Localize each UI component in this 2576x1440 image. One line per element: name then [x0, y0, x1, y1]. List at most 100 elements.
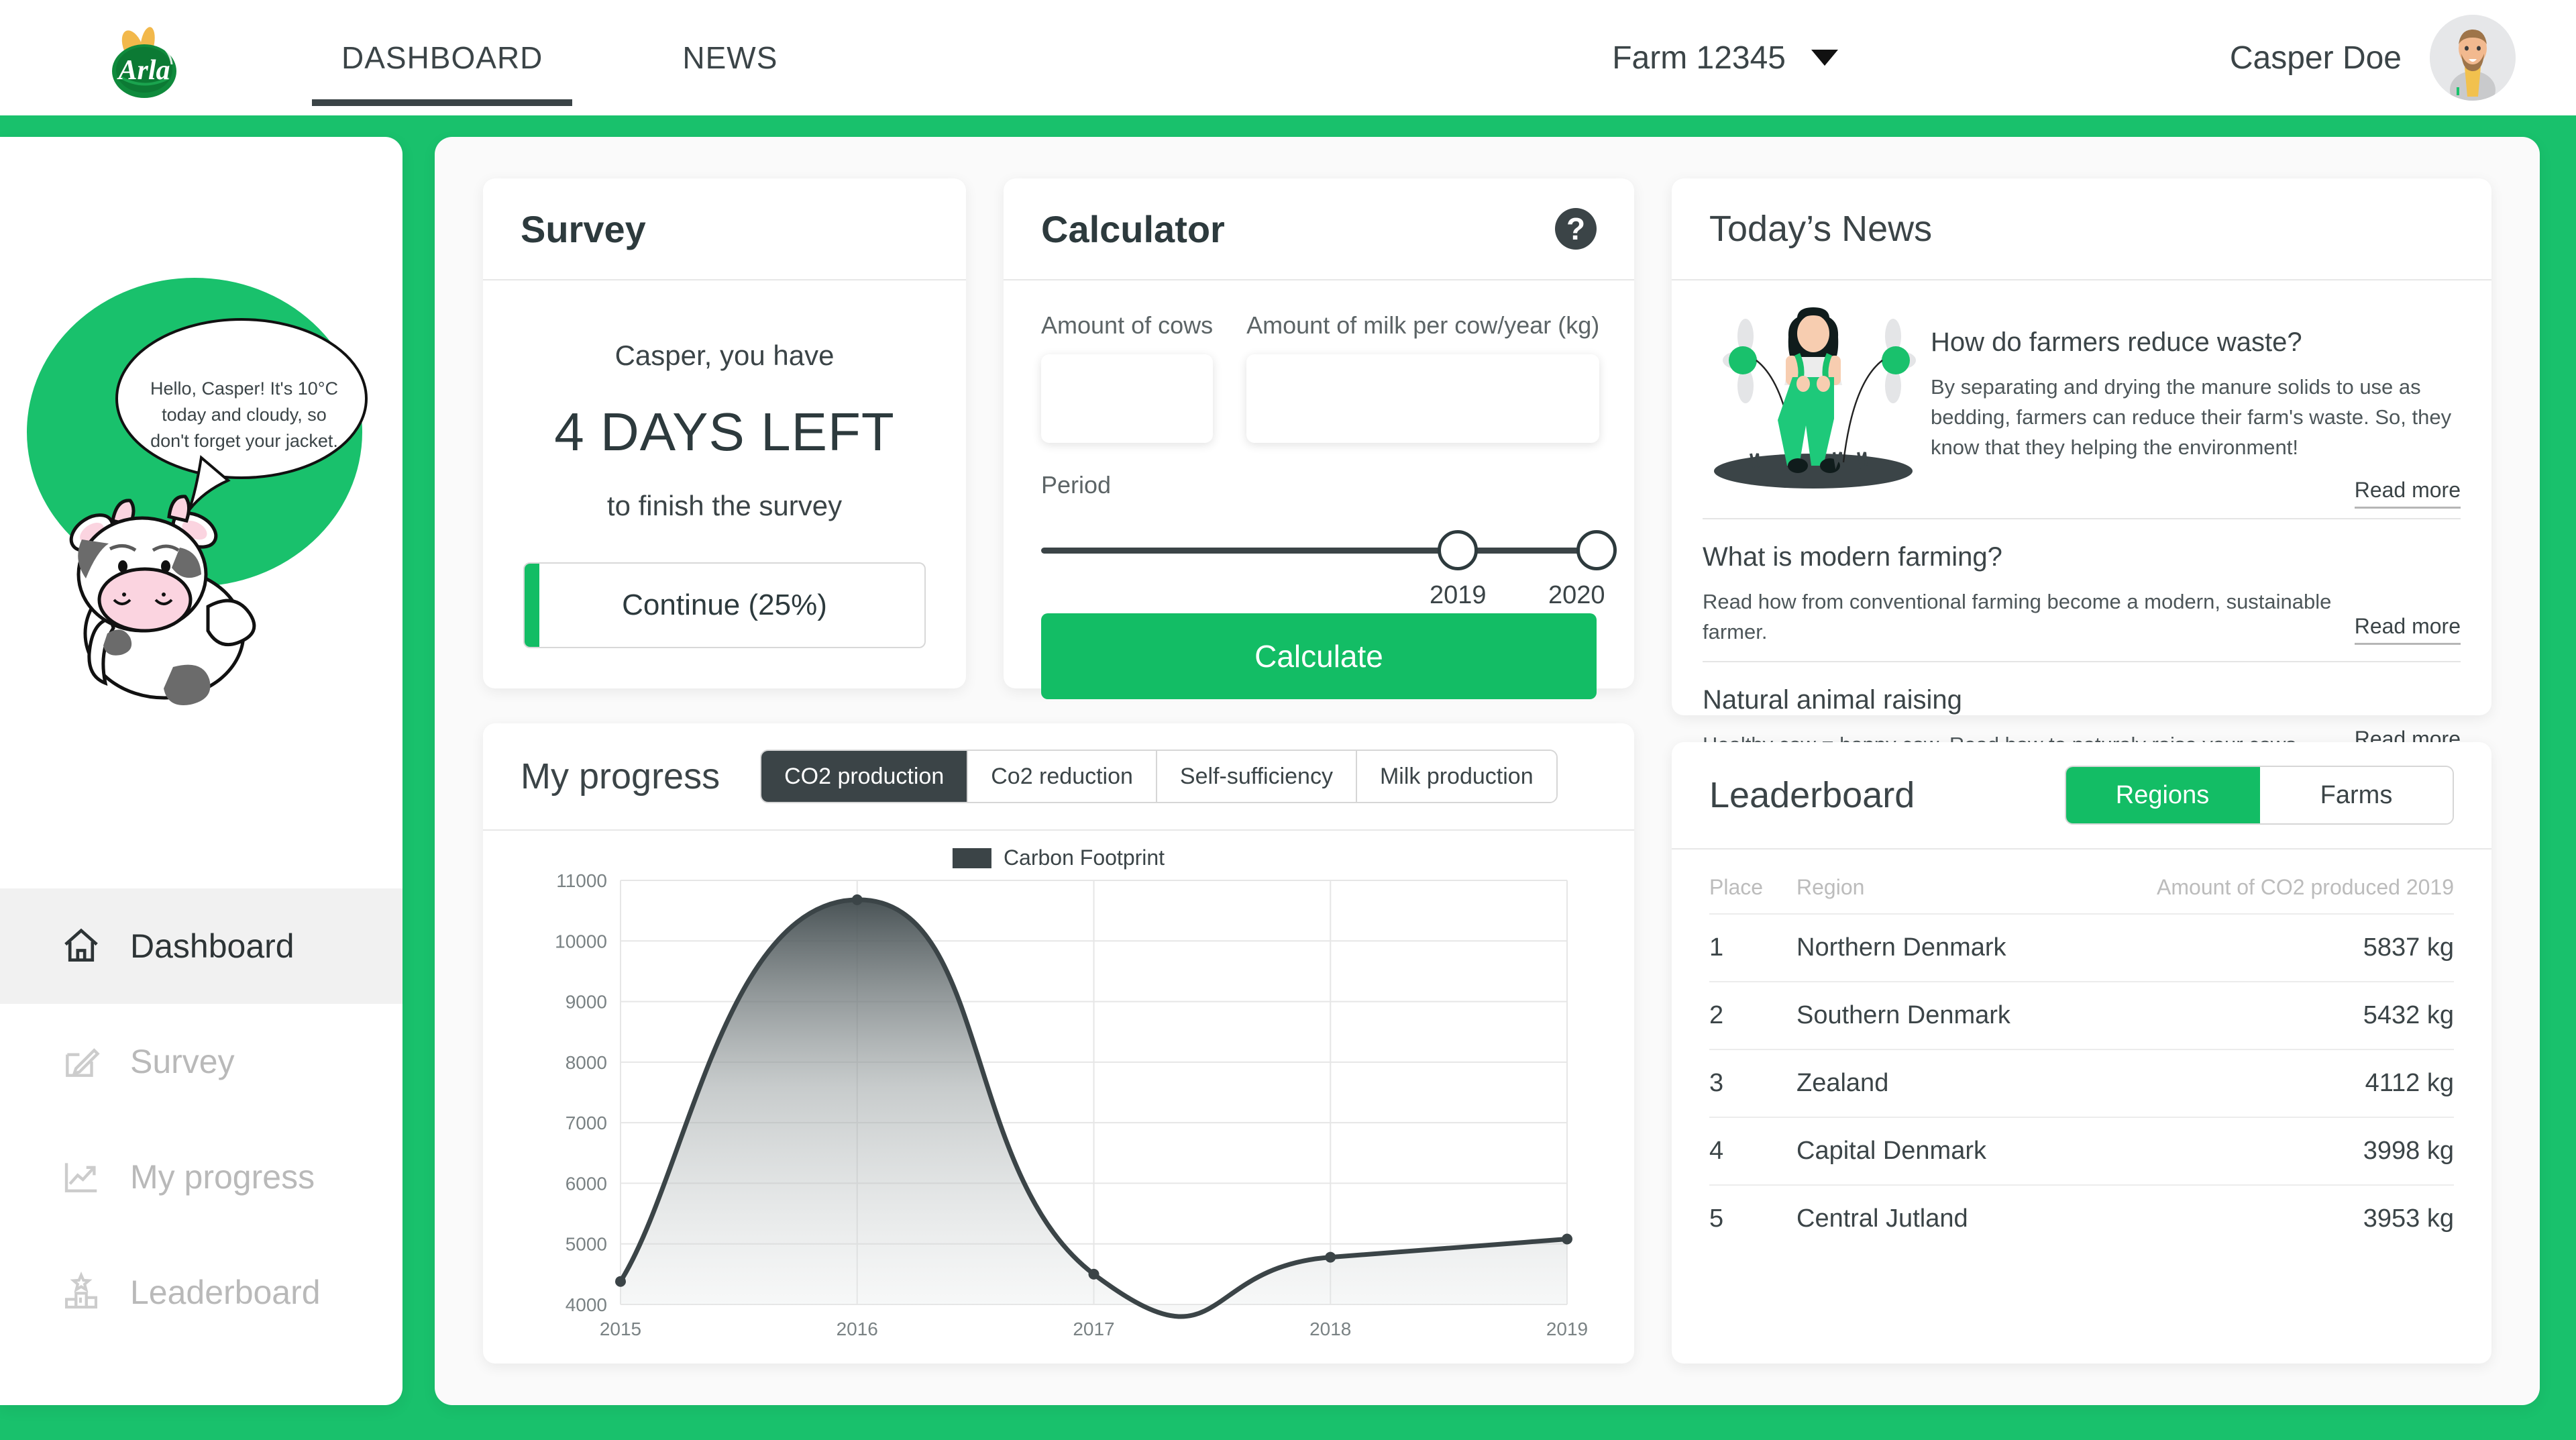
tab-milk-production[interactable]: Milk production	[1356, 751, 1556, 802]
svg-text:8000: 8000	[566, 1052, 607, 1073]
news-list: How do farmers reduce waste? By separati…	[1672, 280, 2491, 774]
cell-amount: 3953 kg	[2363, 1204, 2454, 1233]
column-header-region: Region	[1796, 875, 2072, 915]
survey-progress-fill	[525, 564, 539, 647]
cell-amount: 5432 kg	[2072, 982, 2454, 1050]
slider-knob-start[interactable]	[1438, 530, 1478, 570]
cell-amount: 4112 kg	[2072, 1049, 2454, 1118]
sidebar-label-survey: Survey	[130, 1043, 235, 1080]
sidebar-item-dashboard[interactable]: Dashboard	[0, 888, 402, 1004]
sidebar-nav: Dashboard Survey My progress Leaderboard	[0, 888, 402, 1350]
farm-selector-dropdown[interactable]: Farm 12345	[1612, 0, 1838, 115]
sidebar-item-leaderboard[interactable]: Leaderboard	[0, 1235, 402, 1350]
table-row[interactable]: 2 Southern Denmark 5432 kg	[1709, 982, 2454, 1050]
legend-swatch-carbon-footprint	[952, 847, 991, 868]
sidebar-label-leaderboard: Leaderboard	[130, 1274, 321, 1311]
amount-of-cows-input[interactable]	[1041, 354, 1214, 443]
left-sidebar: Hello, Casper! It's 10°C today and cloud…	[0, 137, 402, 1405]
column-header-place: Place	[1709, 875, 1796, 915]
cell-region: Central Jutland	[1796, 1204, 1968, 1233]
svg-text:2015: 2015	[600, 1319, 641, 1339]
svg-text:Arla: Arla	[116, 55, 170, 86]
table-row[interactable]: 5 Central Jutland 3953 kg	[1709, 1185, 2454, 1252]
sidebar-item-my-progress[interactable]: My progress	[0, 1119, 402, 1235]
cows-field-label: Amount of cows	[1041, 311, 1214, 339]
nav-active-underline	[312, 99, 573, 106]
tab-co2-reduction[interactable]: Co2 reduction	[968, 751, 1157, 802]
leaderboard-title: Leaderboard	[1709, 775, 1915, 815]
avatar[interactable]	[2430, 15, 2516, 101]
cell-place: 3	[1709, 1049, 1796, 1118]
tab-self-sufficiency[interactable]: Self-sufficiency	[1157, 751, 1357, 802]
survey-outro-text: to finish the survey	[606, 490, 843, 521]
user-account-area[interactable]: Casper Doe	[2230, 0, 2516, 115]
calculator-card-title: Calculator	[1041, 207, 1225, 250]
news-item-featured[interactable]: How do farmers reduce waste? By separati…	[1703, 280, 2461, 519]
table-row[interactable]: 1 Northern Denmark 5837 kg	[1709, 914, 2454, 982]
news-modern-farming-read-more[interactable]: Read more	[2354, 614, 2461, 645]
progress-metric-tabs: CO2 production Co2 reduction Self-suffic…	[760, 750, 1558, 803]
nav-item-news[interactable]: NEWS	[653, 0, 807, 115]
svg-text:2018: 2018	[1309, 1319, 1351, 1339]
svg-text:6000: 6000	[566, 1173, 607, 1194]
tab-co2-production[interactable]: CO2 production	[761, 751, 969, 802]
arla-logo[interactable]: Arla	[94, 12, 195, 103]
sidebar-label-dashboard: Dashboard	[130, 927, 294, 965]
calculate-button[interactable]: Calculate	[1041, 613, 1597, 699]
primary-nav: DASHBOARD NEWS	[312, 0, 807, 115]
cell-place: 2	[1709, 982, 1796, 1050]
cell-region: Capital Denmark	[1796, 1117, 2072, 1186]
leaderboard-table: Place Region Amount of CO2 produced 2019…	[1709, 875, 2454, 1252]
news-item-modern-farming[interactable]: What is modern farming? Read how from co…	[1703, 519, 2461, 662]
calculator-card: Calculator ? Amount of cows Amount of mi…	[1004, 178, 1634, 699]
news-featured-description: By separating and drying the manure soli…	[1931, 375, 2452, 459]
podium-icon	[60, 1272, 102, 1313]
cell-place: 4	[1709, 1117, 1796, 1186]
calculator-card-header: Calculator ?	[1004, 178, 1634, 280]
slider-track	[1041, 548, 1597, 554]
my-progress-header: My progress CO2 production Co2 reduction…	[483, 723, 1634, 831]
slider-tick-end: 2020	[1548, 581, 1605, 609]
my-progress-card: My progress CO2 production Co2 reduction…	[483, 723, 1634, 1364]
news-featured-read-more[interactable]: Read more	[2354, 478, 2461, 509]
pencil-edit-icon	[60, 1041, 102, 1082]
leaderboard-body: 1 Northern Denmark 5837 kg 2 Southern Denmar…	[1709, 914, 2454, 1252]
farm-selector-label: Farm 12345	[1612, 40, 1786, 76]
period-range-slider[interactable]: 2019 2020	[1041, 511, 1617, 609]
svg-text:4000: 4000	[566, 1294, 607, 1315]
table-row[interactable]: 3 Zealand 4112 kg	[1709, 1049, 2454, 1118]
survey-card-body: Casper, you have 4 DAYS LEFT to finish t…	[483, 280, 966, 522]
mascot-message: Hello, Casper! It's 10°C today and cloud…	[150, 378, 339, 452]
nav-item-dashboard[interactable]: DASHBOARD	[312, 0, 573, 115]
tab-regions[interactable]: Regions	[2066, 767, 2260, 823]
app-canvas: Hello, Casper! It's 10°C today and cloud…	[0, 115, 2576, 1440]
slider-tick-start: 2019	[1430, 581, 1487, 609]
survey-card-header: Survey	[483, 178, 966, 280]
sidebar-item-survey[interactable]: Survey	[0, 1004, 402, 1119]
home-icon	[60, 925, 102, 967]
main-content-panel: Survey Casper, you have 4 DAYS LEFT to f…	[435, 137, 2540, 1405]
news-modern-farming-title: What is modern farming?	[1703, 542, 2002, 572]
cell-place: 5	[1709, 1204, 1724, 1233]
carbon-footprint-chart: Carbon Footprint 4000 5000 6000 7000 8000 900…	[483, 831, 1634, 1361]
cell-region: Northern Denmark	[1796, 914, 2072, 982]
cell-region: Southern Denmark	[1796, 982, 2072, 1050]
survey-continue-label: Continue (25%)	[622, 588, 827, 621]
survey-intro-text: Casper, you have	[614, 340, 835, 371]
news-natural-raising-title: Natural animal raising	[1703, 684, 1962, 715]
survey-continue-button[interactable]: Continue (25%)	[523, 562, 926, 648]
table-row[interactable]: 4 Capital Denmark 3998 kg	[1709, 1117, 2454, 1186]
survey-card-title: Survey	[521, 207, 646, 250]
chart-svg: 4000 5000 6000 7000 8000 9000 10000 11000 2015 20…	[555, 870, 1588, 1339]
question-mark-icon[interactable]: ?	[1555, 208, 1597, 250]
leaderboard-header-row: Place Region Amount of CO2 produced 2019	[1709, 875, 2454, 915]
slider-knob-end[interactable]	[1576, 530, 1617, 570]
tab-farms[interactable]: Farms	[2260, 767, 2453, 823]
sidebar-label-my-progress: My progress	[130, 1158, 315, 1196]
user-name-label: Casper Doe	[2229, 40, 2402, 76]
svg-text:7000: 7000	[566, 1113, 607, 1133]
column-header-amount: Amount of CO2 produced 2019	[2072, 875, 2454, 915]
amount-of-milk-input[interactable]	[1246, 354, 1600, 443]
svg-text:11000: 11000	[556, 870, 607, 891]
leaderboard-card: Leaderboard Regions Farms Place Region A…	[1672, 742, 2491, 1364]
